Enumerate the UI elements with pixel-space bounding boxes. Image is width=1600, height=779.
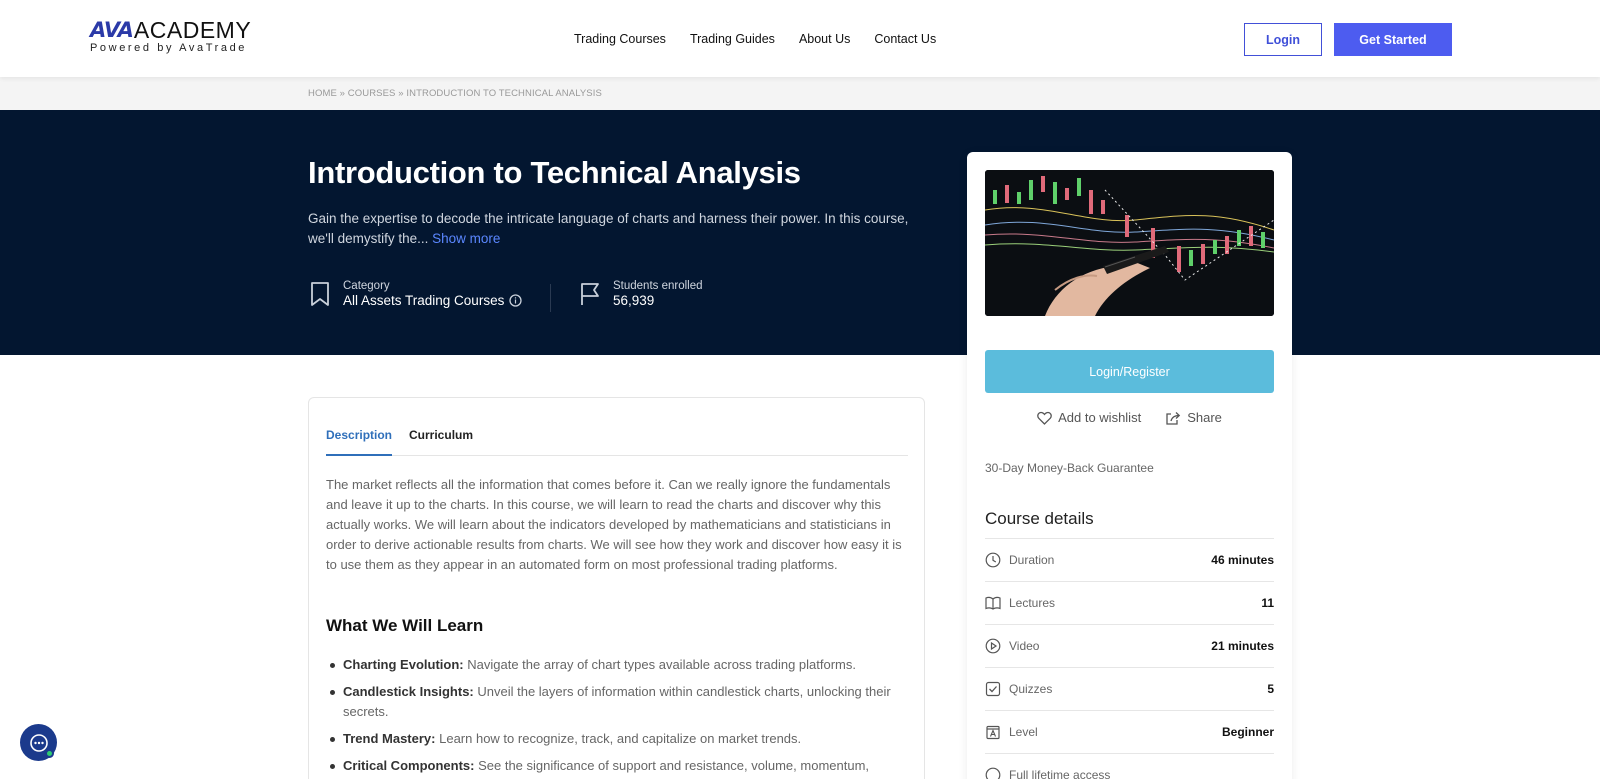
nav-trading-guides[interactable]: Trading Guides: [690, 32, 775, 46]
list-item-text: See the significance of support and resi…: [478, 758, 870, 773]
money-back-guarantee: 30-Day Money-Back Guarantee: [985, 461, 1154, 475]
infinity-icon: [985, 767, 1001, 779]
detail-value: 46 minutes: [1211, 553, 1274, 567]
wishlist-label: Add to wishlist: [1058, 410, 1142, 425]
course-details-list: Duration 46 minutes Lectures 11 Video 21…: [985, 538, 1274, 779]
detail-row-level: Level Beginner: [985, 710, 1274, 753]
logo-subtitle: Powered by AvaTrade: [90, 42, 248, 54]
share-button[interactable]: Share: [1165, 410, 1222, 425]
detail-row-video: Video 21 minutes: [985, 624, 1274, 667]
list-item-text: Navigate the array of chart types availa…: [467, 657, 856, 672]
detail-row-lifetime-access: Full lifetime access: [985, 753, 1274, 779]
add-to-wishlist-button[interactable]: Add to wishlist: [1037, 410, 1141, 425]
chat-widget-button[interactable]: [20, 724, 57, 761]
category-value-text: All Assets Trading Courses: [343, 293, 505, 308]
detail-value: 5: [1267, 682, 1274, 696]
ava-academy-logo[interactable]: AVA ACADEMY Powered by AvaTrade: [90, 17, 252, 55]
detail-label: Quizzes: [1009, 682, 1053, 696]
learn-list: Charting Evolution: Navigate the array o…: [326, 655, 896, 779]
list-item-title: Critical Components:: [343, 758, 475, 773]
category-label: Category: [343, 280, 390, 292]
show-more-link[interactable]: Show more: [432, 231, 500, 246]
detail-value: 21 minutes: [1211, 639, 1274, 653]
login-register-button[interactable]: Login/Register: [985, 350, 1274, 393]
detail-row-quizzes: Quizzes 5: [985, 667, 1274, 710]
online-status-dot: [45, 749, 54, 758]
course-summary: Gain the expertise to decode the intrica…: [308, 209, 918, 249]
students-label: Students enrolled: [613, 280, 703, 292]
detail-label: Video: [1009, 639, 1040, 653]
course-thumbnail: [985, 170, 1274, 316]
category-meta: Category All Assets Trading Courses: [308, 280, 522, 308]
book-icon: [985, 596, 1001, 610]
logo-academy-text: ACADEMY: [133, 17, 252, 43]
chart-hand-image: [985, 170, 1274, 316]
tab-description[interactable]: Description: [326, 428, 393, 456]
course-tabs: Description Curriculum: [326, 428, 908, 456]
students-meta: Students enrolled 56,939: [578, 280, 703, 308]
detail-value: 11: [1261, 596, 1274, 610]
card-actions: Add to wishlist Share: [967, 410, 1292, 425]
course-hero: Introduction to Technical Analysis Gain …: [0, 110, 1600, 355]
what-we-will-learn-heading: What We Will Learn: [326, 616, 484, 635]
detail-label: Full lifetime access: [1009, 768, 1111, 779]
breadcrumb: HOME » COURSES » INTRODUCTION TO TECHNIC…: [308, 88, 602, 99]
flag-icon: [581, 283, 599, 305]
breadcrumb-separator: »: [339, 88, 346, 99]
detail-row-duration: Duration 46 minutes: [985, 538, 1274, 581]
get-started-button[interactable]: Get Started: [1334, 23, 1452, 56]
heart-icon: [1037, 411, 1052, 425]
share-icon: [1166, 411, 1181, 425]
list-item-title: Charting Evolution:: [343, 657, 464, 672]
nav-about-us[interactable]: About Us: [799, 32, 850, 46]
clock-icon: [985, 552, 1001, 568]
list-item: Critical Components: See the significanc…: [326, 756, 896, 776]
list-item: Charting Evolution: Navigate the array o…: [326, 655, 896, 675]
checkbox-icon: [985, 681, 1001, 697]
list-item: Trend Mastery: Learn how to recognize, t…: [326, 729, 896, 749]
list-item-title: Trend Mastery:: [343, 731, 436, 746]
nav-contact-us[interactable]: Contact Us: [874, 32, 936, 46]
detail-label: Level: [1009, 725, 1038, 739]
breadcrumb-separator: »: [398, 88, 404, 99]
info-icon[interactable]: [509, 294, 522, 307]
breadcrumb-home[interactable]: HOME: [308, 88, 337, 99]
breadcrumb-bar: HOME » COURSES » INTRODUCTION TO TECHNIC…: [0, 77, 1600, 110]
course-summary-text: Gain the expertise to decode the intrica…: [308, 211, 909, 246]
meta-divider: [550, 284, 551, 312]
course-title: Introduction to Technical Analysis: [308, 155, 801, 190]
share-label: Share: [1187, 410, 1222, 425]
breadcrumb-courses[interactable]: COURSES: [348, 88, 396, 99]
main-nav: Trading Courses Trading Guides About Us …: [574, 32, 960, 46]
login-button[interactable]: Login: [1244, 23, 1322, 56]
bookmark-icon: [311, 282, 329, 306]
students-value: 56,939: [613, 293, 655, 308]
course-description: The market reflects all the information …: [326, 477, 902, 572]
level-icon: [986, 725, 1000, 740]
nav-trading-courses[interactable]: Trading Courses: [574, 32, 666, 46]
breadcrumb-current: INTRODUCTION TO TECHNICAL ANALYSIS: [406, 88, 602, 99]
play-icon: [985, 638, 1001, 654]
course-content-panel: Description Curriculum The market reflec…: [308, 397, 925, 779]
detail-label: Lectures: [1009, 596, 1056, 610]
logo-ava-text: AVA: [90, 18, 134, 42]
course-sidebar-card: Login/Register Add to wishlist Share 30-…: [967, 152, 1292, 779]
tab-curriculum[interactable]: Curriculum: [409, 428, 473, 456]
detail-value: Beginner: [1221, 725, 1274, 739]
detail-row-lectures: Lectures 11: [985, 581, 1274, 624]
list-item-title: Candlestick Insights:: [343, 684, 474, 699]
detail-label: Duration: [1009, 553, 1055, 567]
site-header: AVA ACADEMY Powered by AvaTrade Trading …: [0, 0, 1600, 77]
course-details-title: Course details: [985, 509, 1094, 528]
category-value[interactable]: All Assets Trading Courses: [343, 293, 522, 308]
list-item: Candlestick Insights: Unveil the layers …: [326, 682, 896, 722]
list-item-text: Learn how to recognize, track, and capit…: [439, 731, 802, 746]
